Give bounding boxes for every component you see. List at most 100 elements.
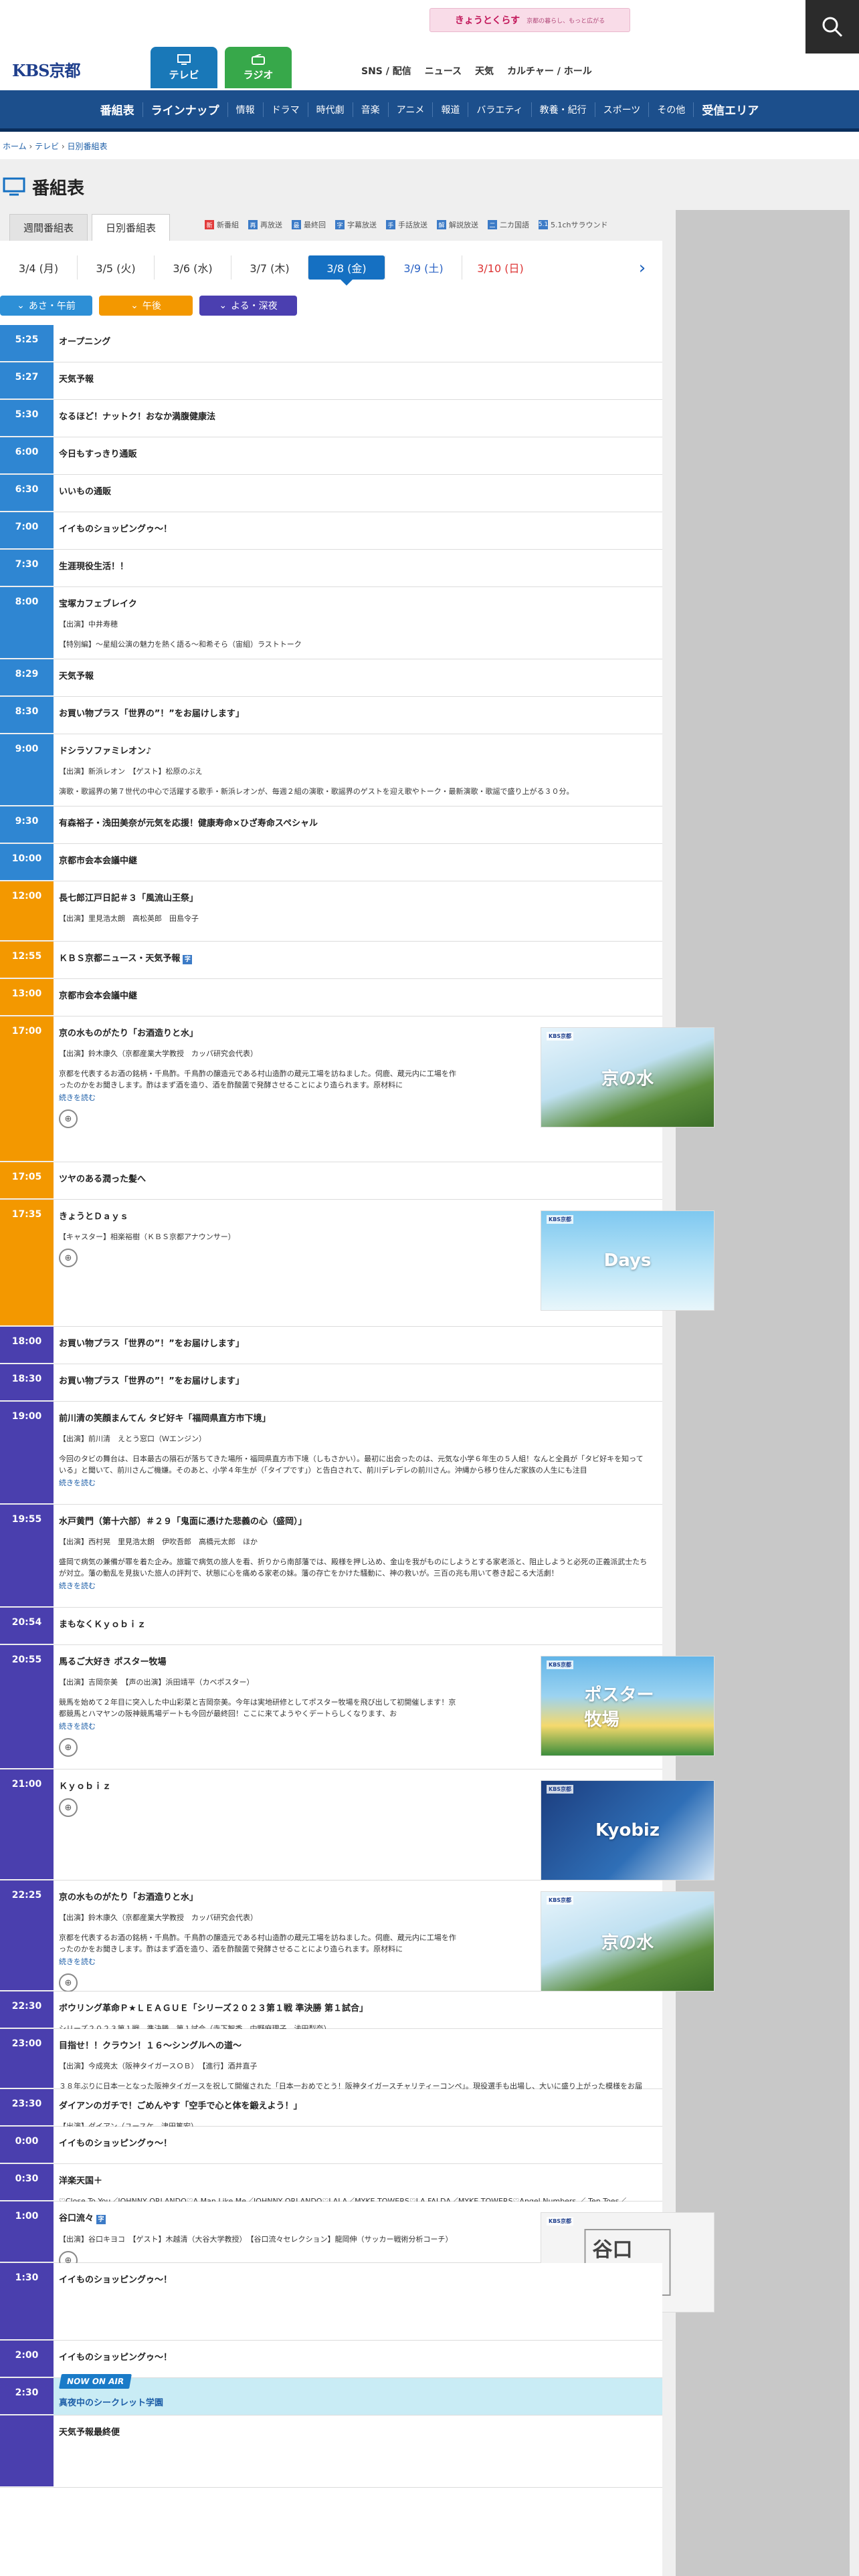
program-row[interactable]: 2:00 イイものショッピングゥ～！ [0,2341,662,2378]
website-icon[interactable]: ⊕ [59,1109,78,1129]
program-thumbnail[interactable]: KBS京都 Days [541,1210,714,1311]
program-row[interactable]: 7:30 生涯現役生活！！ [0,550,662,587]
program-title[interactable]: まもなくＫｙｏｂｉｚ [59,1617,656,1630]
program-thumbnail[interactable]: KBS京都 京の水 [541,1027,714,1128]
program-row[interactable]: 8:29 天気予報 [0,659,662,697]
program-thumbnail[interactable]: KBS京都 ポスター牧場 [541,1656,714,1756]
website-icon[interactable]: ⊕ [59,1738,78,1757]
program-row[interactable]: 12:00 長七郎江戸日記＃３「風流山王祭」 【出演】里見浩太朗 高松英郎 田島令子 [0,881,662,942]
program-row[interactable]: 0:30洋楽天国＋♡Close To You／JOHNNY ORLANDO♡A … [0,2164,662,2217]
program-title[interactable]: 京都市会本会議中継 [59,853,656,866]
website-icon[interactable]: ⊕ [59,1798,78,1817]
program-row[interactable]: 12:55 ＫＢＳ京都ニュース・天気予報字 [0,942,662,979]
genre-nav-item[interactable]: スポーツ [594,102,649,117]
genre-nav-item[interactable]: 時代劇 [307,102,353,117]
program-row[interactable]: 6:00 今日もすっきり通販 [0,437,662,475]
website-icon[interactable]: ⊕ [59,1973,78,1993]
program-row[interactable]: 7:00 イイものショッピングゥ～！ [0,512,662,550]
breadcrumb-tv[interactable]: テレビ [35,142,59,151]
site-logo[interactable]: KBS京都 [12,58,80,81]
date-chip[interactable]: 3/9 (土) [385,255,462,280]
program-title[interactable]: オープニング [59,334,656,347]
genre-nav-item[interactable]: バラエティ [468,102,531,117]
program-title[interactable]: イイものショッピングゥ～！ [59,522,656,534]
program-title[interactable]: お買い物プラス「世界の”！”をお届けします」 [59,1336,656,1349]
program-row[interactable]: 9:30 有森裕子・浅田美奈が元気を応援！健康寿命×ひざ寿命スペシャル [0,807,662,844]
genre-nav-item[interactable]: その他 [648,102,693,117]
program-row[interactable]: 10:00 京都市会本会議中継 [0,844,662,881]
program-title[interactable]: ダイアンのガチで！ごめんやす「空手で心と体を鍛えよう！」 [59,2099,656,2111]
program-row[interactable]: 8:30 お買い物プラス「世界の”！”をお届けします」 [0,697,662,734]
program-row[interactable]: 23:00 目指せ！！クラウン！１６～シングルへの道～ 【出演】今成亮太（阪神タイガ… [0,2029,662,2102]
read-more-link[interactable]: 続きを読む [59,1580,656,1591]
genre-nav-item[interactable]: 報道 [432,102,468,117]
top-nav-culture[interactable]: カルチャー / ホール [507,64,592,78]
program-row[interactable]: 2:30NOW ON AIR真夜中のシークレット学園【出演】朝倉麗将 とも（トッ… [0,2374,662,2428]
program-row[interactable]: 9:00 ドシラソファミレオン♪ 【出演】新浜レオン 【ゲスト】松原のぶえ 演歌・歌謡… [0,734,662,807]
program-title[interactable]: ボウリング革命Ｐ★ＬＥＡＧＵＥ「シリーズ２０２３第１戦 準決勝 第１試合」 [59,2001,656,2014]
program-row[interactable]: 17:35 きょうとＤａｙｓ 【キャスター】相楽裕樹（ＫＢＳ京都アナウンサー） ⊕ KB… [0,1200,714,1327]
tab-tv[interactable]: テレビ [151,47,217,88]
date-chip-selected[interactable]: 3/8 (金) [308,255,385,286]
tab-daily[interactable]: 日別番組表 [92,214,171,241]
top-nav-weather[interactable]: 天気 [475,64,494,78]
program-row[interactable]: 17:05 ツヤのある潤った髪へ [0,1162,662,1200]
program-row[interactable]: 18:00 お買い物プラス「世界の”！”をお届けします」 [0,1327,662,1364]
program-row[interactable]: 20:54 まもなくＫｙｏｂｉｚ [0,1608,662,1645]
breadcrumb-home[interactable]: ホーム [3,142,27,151]
program-row[interactable]: 17:00 京の水ものがたり「お酒造りと水」 【出演】鈴木康久（京都産業大学教授 カ… [0,1016,714,1162]
program-row[interactable]: 1:30 イイものショッピングゥ～！ [0,2263,662,2341]
top-nav-news[interactable]: ニュース [425,64,462,78]
period-button-night[interactable]: ⌄ よる・深夜 [199,296,297,316]
program-row[interactable]: 21:00 Ｋｙｏｂｉｚ ⊕ KBS京都 Kyobiz [0,1769,714,1881]
program-row[interactable]: 22:25 京の水ものがたり「お酒造りと水」 【出演】鈴木康久（京都産業大学教授 カ… [0,1881,714,1993]
program-title[interactable]: ツヤのある潤った髪へ [59,1172,656,1184]
genre-nav-item[interactable]: 教養・紀行 [531,102,595,117]
program-title[interactable]: なるほど！ナットク！おなか満腹健康法 [59,409,656,422]
date-chip[interactable]: 3/4 (月) [0,255,77,280]
top-nav-sns[interactable]: SNS / 配信 [361,64,411,78]
genre-nav-item[interactable]: 受信エリア [693,102,767,118]
program-title[interactable]: 真夜中のシークレット学園 [59,2395,656,2408]
program-title[interactable]: ドシラソファミレオン♪ [59,744,656,756]
breadcrumb-daily[interactable]: 日別番組表 [68,142,108,151]
program-row[interactable]: 6:30 いいもの通販 [0,475,662,512]
genre-nav-item[interactable]: ドラマ [262,102,308,117]
program-row[interactable]: 0:00 イイものショッピングゥ～！ [0,2127,662,2164]
search-button[interactable] [805,0,859,53]
program-title[interactable]: 京都市会本会議中継 [59,988,656,1001]
genre-nav-item[interactable]: 音楽 [352,102,388,117]
program-title[interactable]: お買い物プラス「世界の”！”をお届けします」 [59,1374,656,1386]
program-row[interactable]: 1:00 谷口流々字【出演】谷口キヨコ 【ゲスト】木越清（大谷大学教授） 【谷口流… [0,2202,714,2313]
program-title[interactable]: ＫＢＳ京都ニュース・天気予報字 [59,951,656,964]
genre-nav-item[interactable]: 情報 [227,102,263,117]
date-chip[interactable]: 3/10 (日) [462,255,539,280]
period-button-afternoon[interactable]: ⌄ 午後 [99,296,193,316]
program-title[interactable]: イイものショッピングゥ～！ [59,2136,656,2149]
genre-nav-item[interactable]: 番組表 [92,102,142,118]
program-title[interactable]: 天気予報最終便 [59,2425,656,2438]
period-button-morning[interactable]: ⌄ あさ・午前 [0,296,92,316]
program-title[interactable]: 天気予報 [59,669,656,681]
program-title[interactable]: 洋楽天国＋ [59,2173,656,2186]
website-icon[interactable]: ⊕ [59,1249,78,1267]
program-title[interactable]: 天気予報 [59,372,656,385]
program-title[interactable]: 有森裕子・浅田美奈が元気を応援！健康寿命×ひざ寿命スペシャル [59,816,656,829]
promo-banner[interactable]: きょうとくらす 京都の暮らし、もっと広がる [430,8,630,32]
genre-nav-item[interactable]: アニメ [387,102,433,117]
program-row[interactable]: 5:27 天気予報 [0,362,662,400]
program-title[interactable]: 目指せ！！クラウン！１６～シングルへの道～ [59,2038,656,2051]
program-title[interactable]: 宝塚カフェブレイク [59,597,656,609]
program-row[interactable]: 18:30 お買い物プラス「世界の”！”をお届けします」 [0,1364,662,1402]
program-title[interactable]: いいもの通販 [59,484,656,497]
program-row[interactable]: 23:30ダイアンのガチで！ごめんやす「空手で心と体を鍛えよう！」【出演】ダイア… [0,2089,662,2151]
program-title[interactable]: 今日もすっきり通販 [59,447,656,459]
program-title[interactable]: 前川清の笑顔まんてん タビ好キ「福岡県直方市下境」 [59,1411,656,1424]
program-title[interactable]: お買い物プラス「世界の”！”をお届けします」 [59,706,656,719]
program-row[interactable]: 22:30 ボウリング革命Ｐ★ＬＥＡＧＵＥ「シリーズ２０２３第１戦 準決勝 第１試… [0,1992,662,2033]
program-title[interactable]: イイものショッピングゥ～！ [59,2272,656,2285]
program-title[interactable]: イイものショッピングゥ～！ [59,2350,656,2363]
program-row[interactable]: 5:25 オープニング [0,325,662,362]
date-chip[interactable]: 3/6 (水) [154,255,231,280]
program-thumbnail[interactable]: KBS京都 京の水 [541,1891,714,1992]
